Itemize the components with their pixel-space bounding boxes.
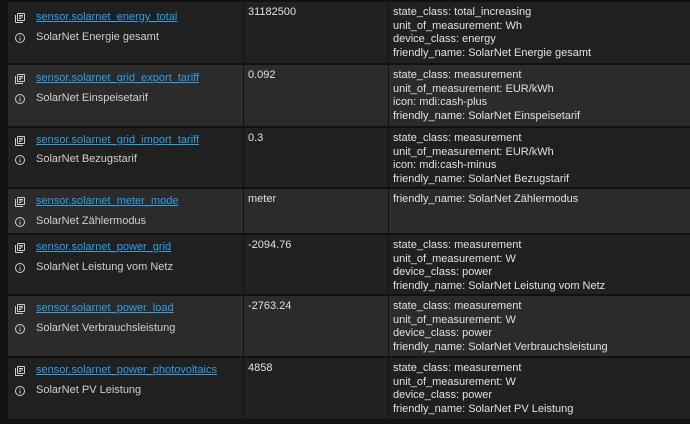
friendly-name: SolarNet Leistung vom Netz bbox=[36, 261, 173, 273]
attribute-line: unit_of_measurement: W bbox=[393, 313, 516, 326]
attribute-line: state_class: measurement bbox=[393, 239, 522, 251]
attribute-line: device_class: energy bbox=[393, 33, 496, 46]
entity-cell: sensor.solarnet_power_grid SolarNet Leist… bbox=[8, 235, 243, 294]
attribute-line: unit_of_measurement: Wh bbox=[393, 19, 523, 32]
attribute-line: unit_of_measurement: EUR/kWh bbox=[393, 145, 554, 158]
entity-cell: sensor.solarnet_power_load SolarNet Verbr… bbox=[8, 296, 243, 356]
state-cell: 0.092 bbox=[244, 65, 388, 126]
friendly-name: SolarNet Verbrauchsleistung bbox=[36, 322, 176, 334]
copy-icon[interactable] bbox=[14, 242, 26, 254]
attribute-line: friendly_name: SolarNet Leistung vom Net… bbox=[393, 280, 606, 293]
attribute-line: device_class: power bbox=[393, 389, 493, 402]
state-cell: -2094.76 bbox=[244, 235, 388, 294]
state-cell: 31182500 bbox=[244, 2, 388, 63]
entity-cell: sensor.solarnet_grid_import_tariff SolarN… bbox=[8, 128, 243, 187]
attribute-line: friendly_name: SolarNet PV Leistung bbox=[393, 403, 574, 416]
attribute-line: friendly_name: SolarNet Zählermodus bbox=[393, 193, 579, 205]
friendly-name: SolarNet Bezugstarif bbox=[36, 153, 137, 165]
state-cell: 0.3 bbox=[244, 128, 388, 187]
attribute-line: state_class: measurement bbox=[393, 132, 522, 144]
table-row: sensor.solarnet_power_photovoltaics Solar… bbox=[0, 358, 690, 419]
attributes-cell: state_class: measurement unit_of_measurem… bbox=[389, 296, 690, 356]
copy-icon[interactable] bbox=[14, 73, 26, 85]
friendly-name: SolarNet Zählermodus bbox=[36, 215, 147, 227]
info-icon[interactable] bbox=[14, 216, 26, 228]
info-icon[interactable] bbox=[14, 385, 26, 397]
attributes-cell: state_class: total_increasing unit_of_mea… bbox=[389, 2, 690, 63]
copy-icon[interactable] bbox=[14, 196, 26, 208]
entity-id-link[interactable]: sensor.solarnet_meter_mode bbox=[36, 195, 178, 207]
info-icon[interactable] bbox=[14, 323, 26, 335]
attribute-line: state_class: measurement bbox=[393, 69, 522, 81]
entity-cell: sensor.solarnet_meter_mode SolarNet Zähle… bbox=[8, 189, 243, 233]
state-cell: meter bbox=[244, 189, 388, 233]
attribute-line: icon: mdi:cash-plus bbox=[393, 96, 488, 109]
copy-icon[interactable] bbox=[14, 135, 26, 147]
copy-icon[interactable] bbox=[14, 365, 26, 377]
table-row: sensor.solarnet_grid_import_tariff SolarN… bbox=[0, 128, 690, 187]
table-row: sensor.solarnet_energy_total SolarNet Ene… bbox=[0, 2, 690, 63]
friendly-name: SolarNet Einspeisetarif bbox=[36, 92, 148, 104]
entity-id-link[interactable]: sensor.solarnet_grid_export_tariff bbox=[36, 72, 199, 84]
table-row: sensor.solarnet_power_grid SolarNet Leist… bbox=[0, 235, 690, 294]
attribute-line: device_class: power bbox=[393, 266, 493, 279]
attribute-line: unit_of_measurement: W bbox=[393, 252, 516, 265]
friendly-name: SolarNet Energie gesamt bbox=[36, 31, 159, 43]
entity-cell: sensor.solarnet_grid_export_tariff SolarN… bbox=[8, 65, 243, 126]
attribute-line: state_class: measurement bbox=[393, 300, 522, 312]
attributes-cell: state_class: measurement unit_of_measurem… bbox=[389, 65, 690, 126]
entity-id-link[interactable]: sensor.solarnet_power_grid bbox=[36, 241, 171, 253]
info-icon[interactable] bbox=[14, 154, 26, 166]
info-icon[interactable] bbox=[14, 93, 26, 105]
copy-icon[interactable] bbox=[14, 12, 26, 24]
state-cell: -2763.24 bbox=[244, 296, 388, 356]
attribute-line: device_class: power bbox=[393, 327, 493, 340]
attribute-line: state_class: total_increasing bbox=[393, 6, 532, 18]
entity-id-link[interactable]: sensor.solarnet_grid_import_tariff bbox=[36, 134, 199, 146]
attributes-cell: state_class: measurement unit_of_measurem… bbox=[389, 128, 690, 187]
attributes-cell: state_class: measurement unit_of_measurem… bbox=[389, 235, 690, 294]
entity-id-link[interactable]: sensor.solarnet_power_load bbox=[36, 302, 174, 314]
entity-cell: sensor.solarnet_power_photovoltaics Solar… bbox=[8, 358, 243, 419]
attributes-cell: friendly_name: SolarNet Zählermodus bbox=[389, 189, 690, 233]
attribute-line: friendly_name: SolarNet Verbrauchsleistu… bbox=[393, 341, 608, 354]
attribute-line: icon: mdi:cash-minus bbox=[393, 159, 497, 172]
attribute-line: unit_of_measurement: W bbox=[393, 375, 516, 388]
attribute-line: state_class: measurement bbox=[393, 362, 522, 374]
attribute-line: friendly_name: SolarNet Bezugstarif bbox=[393, 173, 570, 186]
table-row: sensor.solarnet_power_load SolarNet Verbr… bbox=[0, 296, 690, 356]
attribute-line: friendly_name: SolarNet Energie gesamt bbox=[393, 47, 592, 60]
entity-id-link[interactable]: sensor.solarnet_energy_total bbox=[36, 11, 177, 23]
entity-cell: sensor.solarnet_energy_total SolarNet Ene… bbox=[8, 2, 243, 63]
attribute-line: unit_of_measurement: EUR/kWh bbox=[393, 82, 554, 95]
friendly-name: SolarNet PV Leistung bbox=[36, 384, 142, 396]
attributes-cell: state_class: measurement unit_of_measurem… bbox=[389, 358, 690, 419]
state-cell: 4858 bbox=[244, 358, 388, 419]
entity-id-link[interactable]: sensor.solarnet_power_photovoltaics bbox=[36, 364, 217, 376]
copy-icon[interactable] bbox=[14, 303, 26, 315]
info-icon[interactable] bbox=[14, 32, 26, 44]
attribute-line: friendly_name: SolarNet Einspeisetarif bbox=[393, 110, 581, 123]
info-icon[interactable] bbox=[14, 262, 26, 274]
table-row: sensor.solarnet_meter_mode SolarNet Zähle… bbox=[0, 189, 690, 233]
table-row: sensor.solarnet_grid_export_tariff SolarN… bbox=[0, 65, 690, 126]
